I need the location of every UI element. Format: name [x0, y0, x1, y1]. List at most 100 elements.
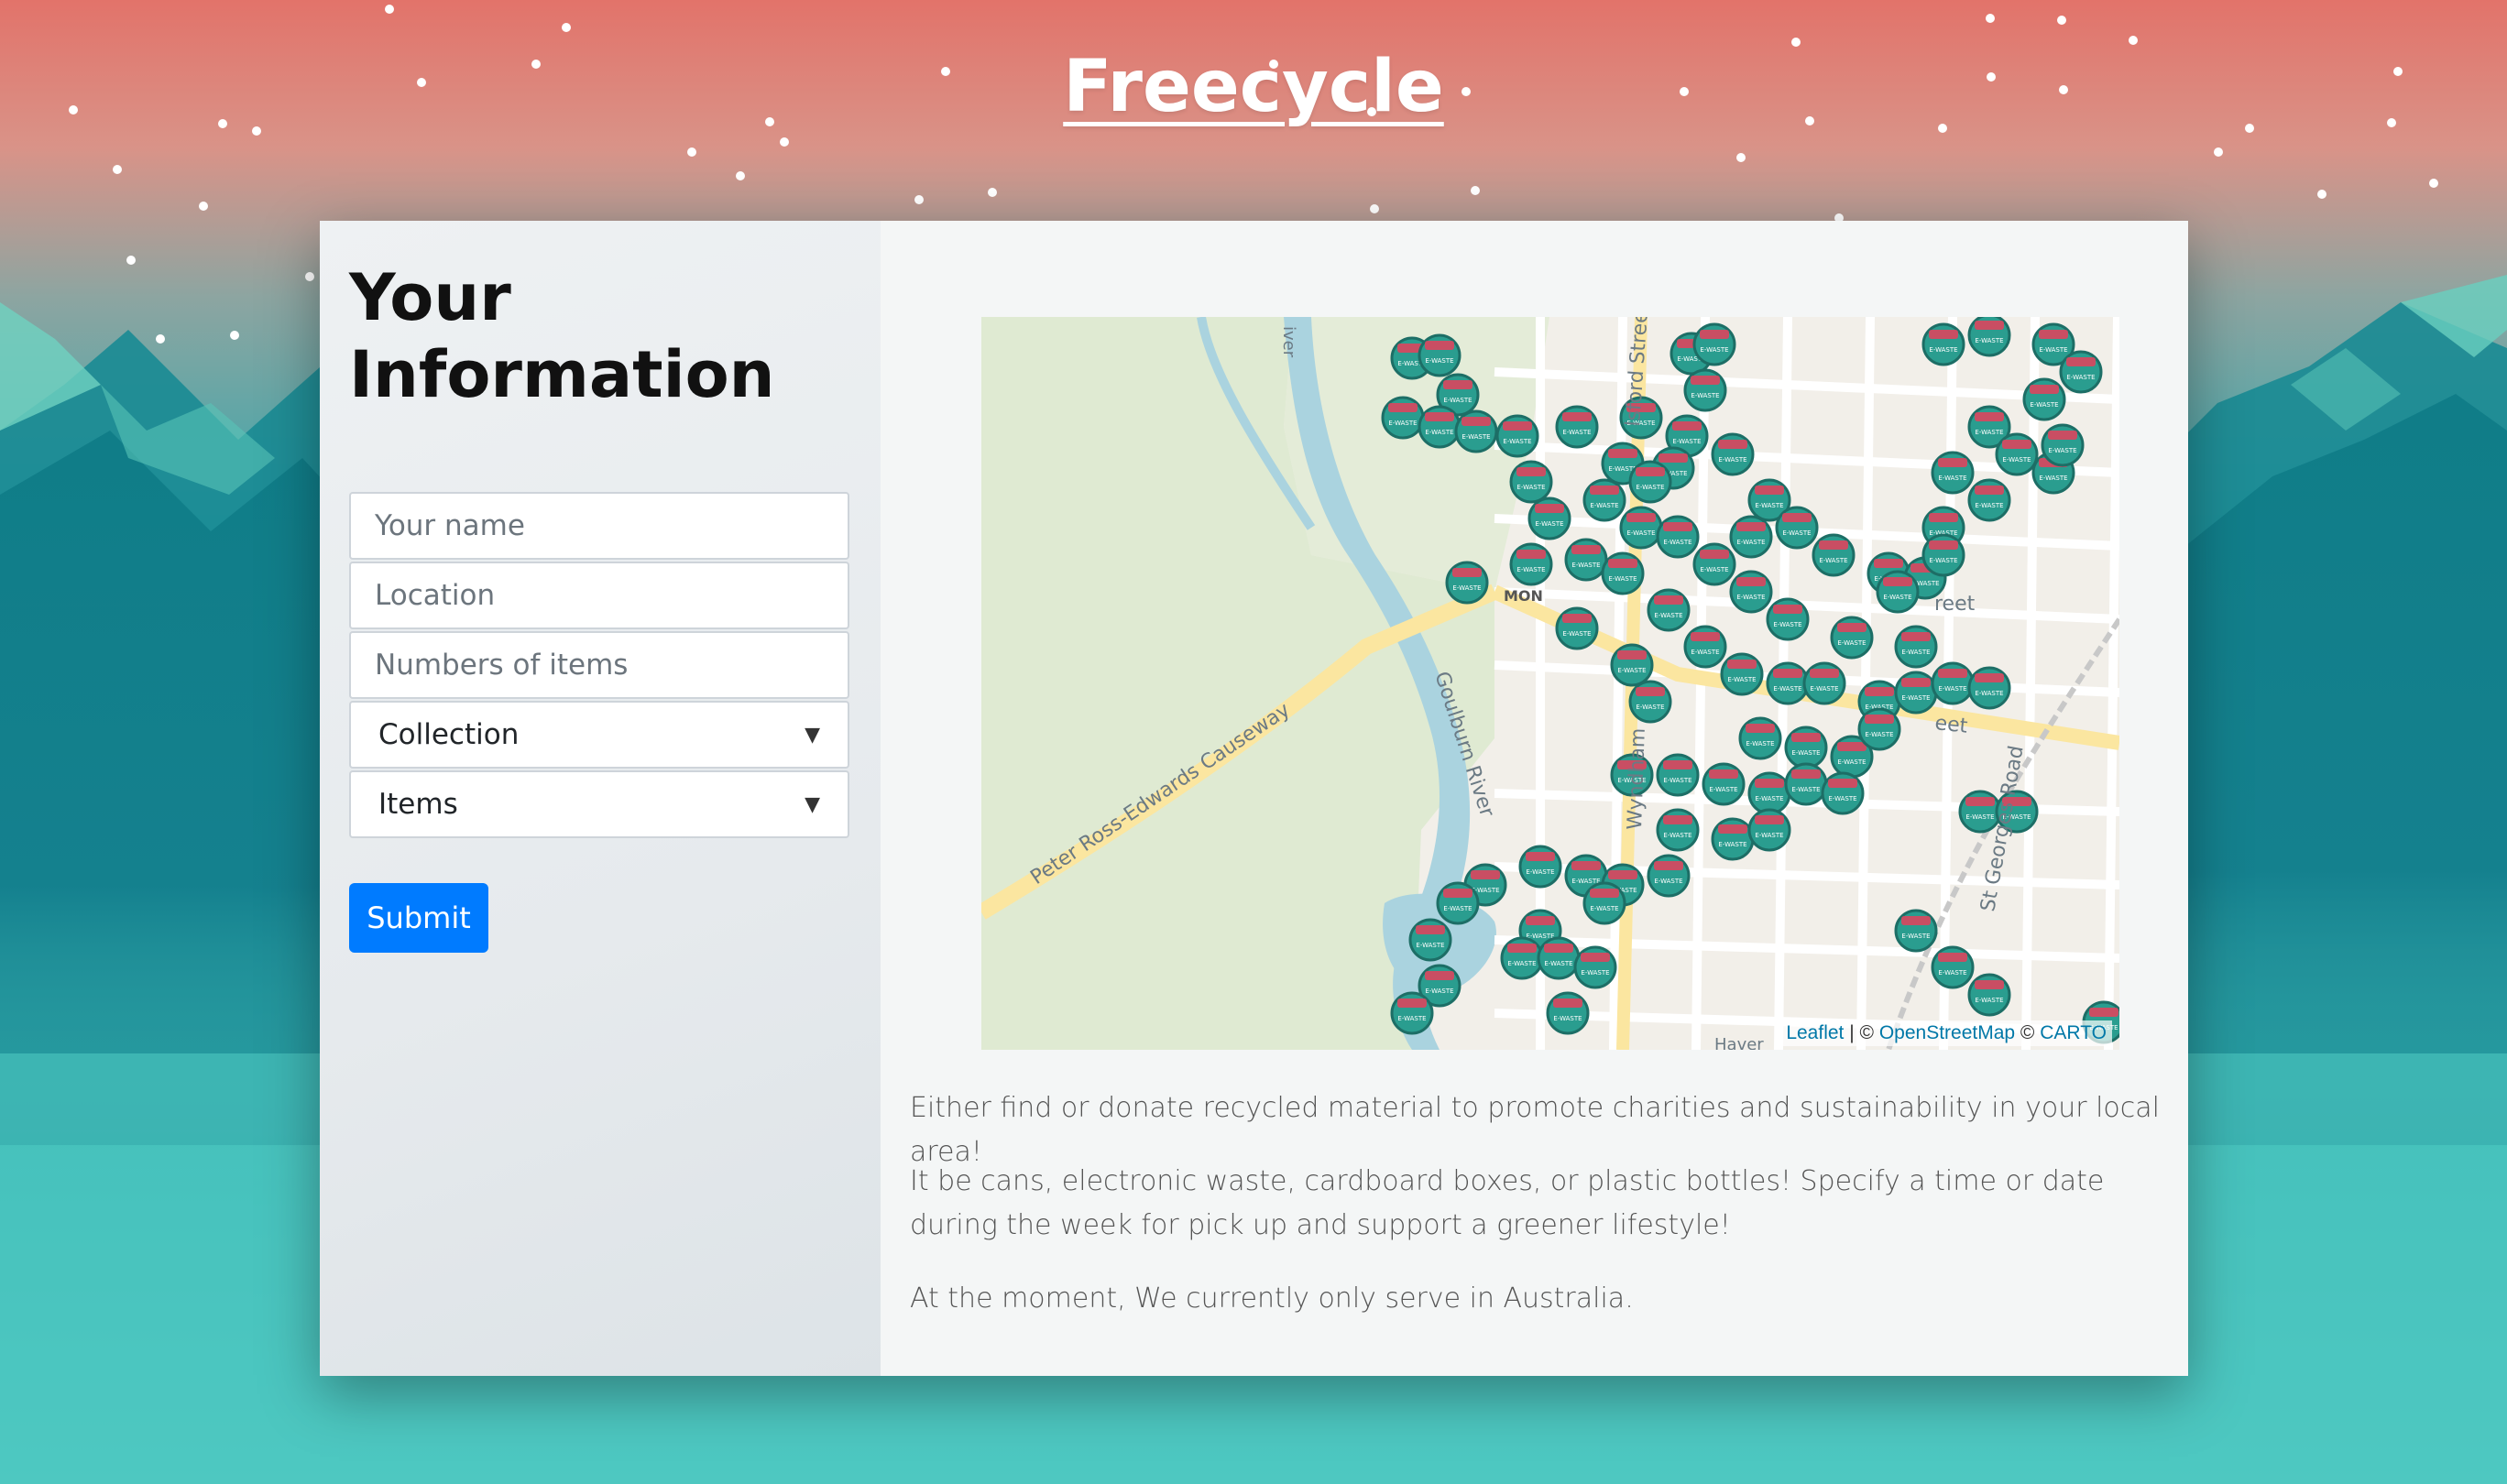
marker-label: E-WASTE — [1837, 758, 1866, 766]
marker-label: E-WASTE — [1626, 529, 1655, 537]
carto-link[interactable]: CARTO — [2040, 1022, 2107, 1043]
marker-label: E-WASTE — [1503, 438, 1531, 445]
marker-label: E-WASTE — [1654, 878, 1682, 885]
caret-down-icon: ▼ — [805, 792, 820, 816]
name-input[interactable] — [373, 508, 826, 543]
map-tiles: E-WASTE E-WASTE E-WASTE E-WASTE E-WASTE E-WAS… — [981, 317, 2119, 1050]
description-paragraph-3: At the moment, We currently only serve i… — [910, 1282, 1634, 1315]
marker-label: E-WASTE — [1901, 694, 1930, 702]
marker-label: E-WASTE — [1636, 484, 1664, 491]
marker-label: E-WASTE — [1819, 557, 1847, 564]
marker-label: E-WASTE — [1443, 397, 1472, 404]
marker-band — [1462, 417, 1491, 426]
wyndham-street-label: Wyndham — [1624, 727, 1650, 830]
marker-label: E-WASTE — [1516, 566, 1545, 573]
form-panel: Your Information Collection ▼ Items ▼ Su… — [320, 221, 881, 1376]
marker-band — [2089, 1008, 2118, 1017]
marker-label: E-WASTE — [1535, 520, 1563, 528]
caret-down-icon: ▼ — [805, 723, 820, 747]
marker-band — [1626, 513, 1656, 522]
marker-band — [1700, 550, 1729, 559]
marker-band — [1718, 824, 1747, 834]
marker-band — [1975, 980, 2004, 989]
marker-band — [1901, 678, 1931, 687]
marker-band — [1516, 467, 1546, 476]
marker-band — [1654, 861, 1683, 870]
marker-band — [1590, 889, 1619, 898]
items-select-value: Items — [378, 788, 458, 821]
marker-label: E-WASTE — [1718, 841, 1746, 848]
content-panel: E-WASTE E-WASTE E-WASTE E-WASTE E-WASTE E-WAS… — [881, 221, 2188, 1376]
marker-label: E-WASTE — [2039, 346, 2067, 354]
location-input[interactable] — [373, 578, 826, 613]
marker-band — [1975, 321, 2004, 330]
marker-label: E-WASTE — [1938, 969, 1966, 977]
marker-band — [1865, 687, 1894, 696]
items-count-input[interactable] — [373, 648, 826, 682]
marker-band — [1581, 953, 1610, 962]
marker-label: E-WASTE — [1553, 1015, 1582, 1022]
marker-band — [1397, 998, 1427, 1008]
marker-band — [1736, 522, 1766, 531]
marker-band — [1755, 815, 1784, 824]
form-heading: Your Information — [349, 260, 775, 412]
marker-band — [1443, 380, 1472, 389]
marker-band — [1883, 577, 1912, 586]
collection-select[interactable]: Collection ▼ — [349, 701, 849, 769]
marker-label: E-WASTE — [1507, 960, 1536, 967]
marker-band — [1755, 779, 1784, 788]
marker-label: E-WASTE — [1571, 562, 1600, 569]
submit-button[interactable]: Submit — [349, 883, 488, 953]
marker-band — [1718, 440, 1747, 449]
marker-band — [1571, 861, 1601, 870]
marker-label: E-WASTE — [1929, 346, 1957, 354]
marker-label: E-WASTE — [1938, 685, 1966, 693]
items-select[interactable]: Items ▼ — [349, 770, 849, 838]
marker-label: E-WASTE — [1544, 960, 1572, 967]
marker-band — [1471, 870, 1500, 879]
marker-band — [1636, 467, 1665, 476]
marker-band — [1416, 925, 1445, 934]
marker-band — [1663, 815, 1692, 824]
osm-link[interactable]: OpenStreetMap — [1879, 1022, 2015, 1043]
marker-band — [1755, 486, 1784, 495]
marker-band — [2002, 440, 2031, 449]
marker-label: E-WASTE — [2048, 447, 2076, 454]
site-title-link[interactable]: Freecycle — [0, 46, 2507, 128]
marker-band — [1709, 769, 1738, 779]
marker-band — [1590, 486, 1619, 495]
marker-band — [1388, 403, 1418, 412]
marker-band — [1938, 669, 1967, 678]
marker-label: E-WASTE — [1938, 475, 1966, 482]
marker-band — [1938, 953, 1967, 962]
marker-band — [1507, 944, 1537, 953]
marker-band — [1837, 742, 1867, 751]
marker-label: E-WASTE — [1865, 731, 1893, 738]
marker-label: E-WASTE — [1718, 456, 1746, 464]
marker-band — [1819, 540, 1848, 550]
haver-label: Haver — [1714, 1035, 1764, 1050]
marker-band — [1636, 687, 1665, 696]
marker-band — [1526, 916, 1555, 925]
map-widget[interactable]: E-WASTE E-WASTE E-WASTE E-WASTE E-WASTE E-WAS… — [981, 317, 2119, 1050]
marker-band — [1965, 797, 1995, 806]
marker-band — [1791, 733, 1821, 742]
description-paragraph-2: It be cans, electronic waste, cardboard … — [910, 1165, 2105, 1241]
marker-band — [1929, 513, 1958, 522]
marker-label: E-WASTE — [1425, 357, 1453, 365]
items-count-field-wrapper — [349, 631, 849, 699]
marker-band — [1654, 595, 1683, 605]
marker-band — [1659, 453, 1688, 463]
marker-label: E-WASTE — [1617, 667, 1646, 674]
marker-band — [1736, 577, 1766, 586]
leaflet-link[interactable]: Leaflet — [1786, 1022, 1844, 1043]
marker-band — [1452, 568, 1482, 577]
marker-label: E-WASTE — [1791, 786, 1820, 793]
marker-label: E-WASTE — [1837, 639, 1866, 647]
marker-label: E-WASTE — [1773, 621, 1801, 628]
marker-label: E-WASTE — [1828, 795, 1856, 802]
marker-label: E-WASTE — [1562, 429, 1591, 436]
marker-band — [1553, 998, 1582, 1008]
marker-label: E-WASTE — [2039, 475, 2067, 482]
marker-band — [1975, 673, 2004, 682]
